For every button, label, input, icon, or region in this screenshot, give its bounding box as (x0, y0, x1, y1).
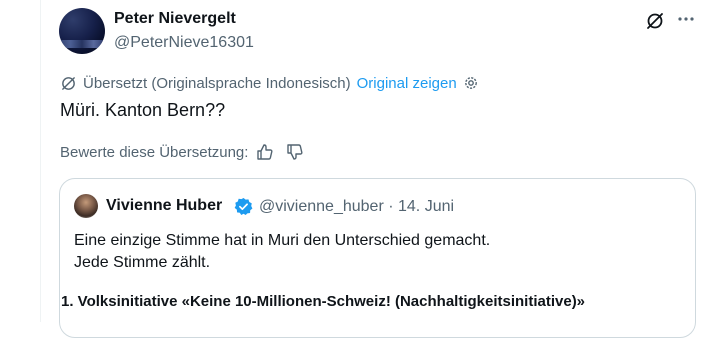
meta-separator: · (388, 198, 394, 215)
quote-author-avatar[interactable] (74, 194, 98, 218)
quote-heading: 1. Volksinitiative «Keine 10-Millionen-S… (61, 293, 586, 310)
translation-note: Übersetzt (Originalsprache Indonesisch) (83, 74, 351, 92)
show-original-link[interactable]: Original zeigen (357, 75, 457, 92)
thumbs-up-icon[interactable] (256, 143, 274, 161)
more-icon[interactable] (677, 14, 695, 24)
rate-translation-row: Bewerte diese Übersetzung: (60, 142, 304, 162)
quote-meta: @vivienne_huber · 14. Juni (259, 198, 454, 216)
rate-label: Bewerte diese Übersetzung: (60, 143, 249, 161)
tweet-text: Müri. Kanton Bern?? (60, 100, 226, 120)
timeline-divider (40, 0, 41, 322)
author-avatar[interactable] (59, 8, 105, 54)
quote-author-handle[interactable]: @vivienne_huber (259, 198, 384, 215)
translation-bar: Übersetzt (Originalsprache Indonesisch) … (60, 74, 479, 92)
quoted-tweet[interactable]: Vivienne Huber @vivienne_huber · 14. Jun… (59, 178, 696, 338)
author-name[interactable]: Peter Nievergelt (114, 10, 236, 28)
thumbs-down-icon[interactable] (286, 143, 304, 161)
quote-text-line-1: Eine einzige Stimme hat in Muri den Unte… (74, 232, 491, 249)
quote-text: Eine einzige Stimme hat in Muri den Unte… (74, 230, 490, 274)
grok-icon[interactable] (645, 11, 665, 31)
quote-text-line-2: Jede Stimme zählt. (74, 254, 211, 271)
gear-icon[interactable] (463, 75, 479, 91)
verified-badge-icon (234, 197, 253, 216)
author-handle[interactable]: @PeterNieve16301 (114, 34, 254, 52)
translate-icon (62, 76, 75, 90)
quote-date[interactable]: 14. Juni (398, 198, 454, 215)
quote-author-name[interactable]: Vivienne Huber (106, 197, 222, 215)
